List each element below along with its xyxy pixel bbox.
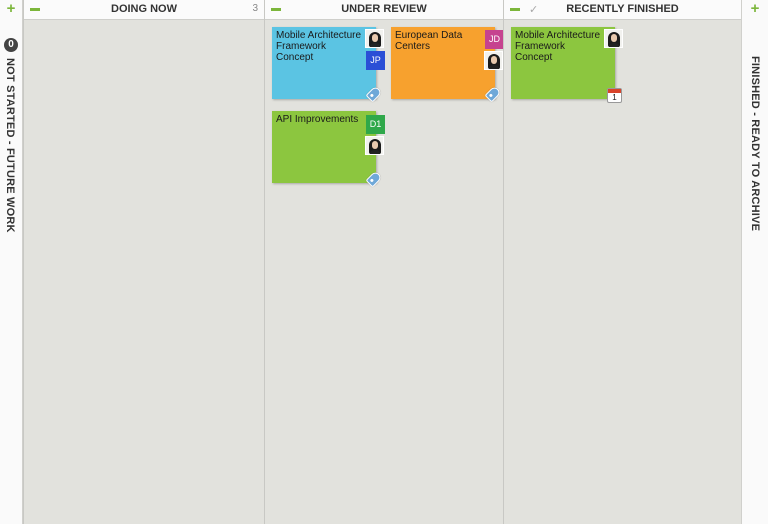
recently-finished-header: ✓ RECENTLY FINISHED xyxy=(504,0,741,20)
finished-archive-column-collapsed[interactable]: + FINISHED - READY TO ARCHIVE xyxy=(741,0,768,524)
add-card-plus-icon[interactable]: + xyxy=(748,1,762,16)
doing-now-header: DOING NOW 3 xyxy=(24,0,264,20)
not-started-column-collapsed[interactable]: + 0 NOT STARTED - FUTURE WORK xyxy=(0,0,23,524)
user-initials-badge[interactable]: D1 xyxy=(366,115,385,134)
card-title: European Data Centers xyxy=(395,30,463,52)
tag-icon[interactable] xyxy=(365,170,383,188)
under-review-title: UNDER REVIEW xyxy=(341,3,427,15)
not-started-count-badge: 0 xyxy=(4,38,18,52)
recently-finished-column: ✓ RECENTLY FINISHED Mobile Architecture … xyxy=(503,0,742,524)
card-mobile-architecture[interactable]: Mobile Architecture Framework Concept JP xyxy=(272,27,385,103)
calendar-icon[interactable]: 1 xyxy=(607,88,622,103)
tag-icon[interactable] xyxy=(365,85,383,103)
user-avatar[interactable] xyxy=(365,136,384,155)
doing-now-title: DOING NOW xyxy=(111,3,177,15)
card-european-data-centers[interactable]: European Data Centers JD xyxy=(391,27,504,103)
card-api-improvements[interactable]: API Improvements D1 xyxy=(272,111,385,188)
user-avatar[interactable] xyxy=(484,51,503,70)
under-review-column: UNDER REVIEW Mobile Architecture Framewo… xyxy=(264,0,504,524)
user-initials-badge[interactable]: JP xyxy=(366,51,385,70)
doing-now-count: 3 xyxy=(252,3,258,14)
finished-archive-column-title: FINISHED - READY TO ARCHIVE xyxy=(749,56,761,232)
card-title: Mobile Architecture Framework Concept xyxy=(515,30,601,63)
calendar-day: 1 xyxy=(612,93,617,102)
user-initials-badge[interactable]: JD xyxy=(485,30,504,49)
user-avatar[interactable] xyxy=(365,29,384,48)
card-title: API Improvements xyxy=(276,114,359,125)
under-review-header: UNDER REVIEW xyxy=(265,0,503,20)
tag-icon[interactable] xyxy=(484,85,502,103)
card-mobile-architecture-finished[interactable]: Mobile Architecture Framework Concept 1 xyxy=(511,27,623,103)
user-avatar[interactable] xyxy=(604,29,623,48)
not-started-column-title: NOT STARTED - FUTURE WORK xyxy=(4,58,16,233)
doing-now-column: DOING NOW 3 xyxy=(23,0,265,524)
add-card-plus-icon[interactable]: + xyxy=(4,1,18,16)
recently-finished-title: RECENTLY FINISHED xyxy=(566,3,679,15)
card-title: Mobile Architecture Framework Concept xyxy=(276,30,362,63)
